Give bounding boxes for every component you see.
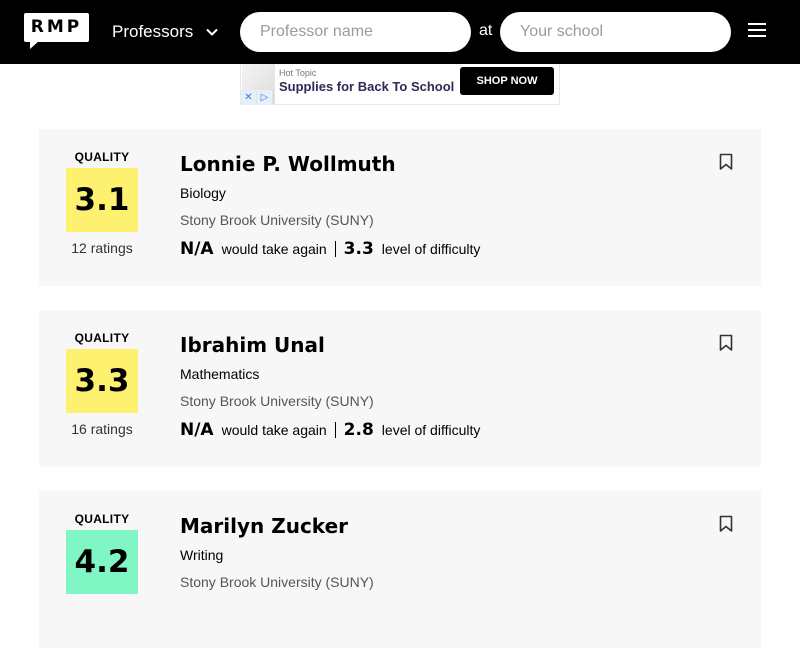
bookmark-icon[interactable] (719, 515, 733, 533)
ad-choices-icon[interactable]: ▷ (257, 90, 272, 105)
difficulty-label: level of difficulty (381, 422, 481, 438)
at-label: at (479, 22, 493, 39)
school-name-input[interactable] (500, 12, 731, 52)
professor-school: Stony Brook University (SUNY) (180, 574, 374, 590)
menu-icon[interactable] (748, 23, 768, 41)
bookmark-icon[interactable] (719, 334, 733, 352)
search-type-dropdown[interactable]: Professors (112, 18, 219, 46)
professor-name[interactable]: Marilyn Zucker (180, 514, 348, 538)
would-take-again-label: would take again (221, 241, 327, 257)
logo-text: RMP (30, 17, 83, 37)
professor-department: Writing (180, 547, 224, 563)
stats-divider (334, 422, 336, 438)
professor-department: Biology (180, 185, 226, 201)
would-take-again-label: would take again (221, 422, 327, 438)
professor-stats: N/A would take again 2.8 level of diffic… (180, 420, 480, 440)
professor-stats: N/A would take again 3.3 level of diffic… (180, 239, 480, 259)
professor-card[interactable]: QUALITY 4.2 Marilyn Zucker Writing Stony… (39, 491, 761, 648)
ad-brand: Hot Topic (279, 68, 317, 78)
difficulty-value: 2.8 (343, 420, 374, 440)
search-type-label: Professors (112, 22, 194, 41)
ad-headline[interactable]: Supplies for Back To School (279, 79, 454, 94)
chevron-down-icon (206, 28, 218, 36)
top-nav-bar: RMP Professors at (0, 0, 800, 64)
would-take-again-value: N/A (180, 420, 214, 440)
ad-shop-now-button[interactable]: SHOP NOW (460, 67, 554, 95)
difficulty-label: level of difficulty (381, 241, 481, 257)
quality-score: 3.3 (66, 349, 138, 413)
difficulty-value: 3.3 (343, 239, 374, 259)
professor-school: Stony Brook University (SUNY) (180, 212, 374, 228)
professor-name[interactable]: Ibrahim Unal (180, 333, 325, 357)
professor-card[interactable]: QUALITY 3.1 12 ratings Lonnie P. Wollmut… (39, 129, 761, 286)
professor-card[interactable]: QUALITY 3.3 16 ratings Ibrahim Unal Math… (39, 310, 761, 467)
quality-label: QUALITY (74, 512, 130, 526)
ratings-count: 16 ratings (71, 421, 133, 437)
quality-score: 3.1 (66, 168, 138, 232)
ratings-count: 12 ratings (71, 240, 133, 256)
stats-divider (334, 241, 336, 257)
ad-banner[interactable]: Hot Topic Supplies for Back To School SH… (240, 64, 560, 105)
professor-school: Stony Brook University (SUNY) (180, 393, 374, 409)
professor-department: Mathematics (180, 366, 260, 382)
would-take-again-value: N/A (180, 239, 214, 259)
quality-label: QUALITY (74, 331, 130, 345)
professor-name[interactable]: Lonnie P. Wollmuth (180, 152, 396, 176)
professor-name-input[interactable] (240, 12, 471, 52)
quality-label: QUALITY (74, 150, 130, 164)
quality-score: 4.2 (66, 530, 138, 594)
bookmark-icon[interactable] (719, 153, 733, 171)
ad-choices[interactable]: ✕ ▷ (241, 90, 273, 105)
rmp-logo[interactable]: RMP (24, 13, 89, 49)
ad-close-icon[interactable]: ✕ (241, 90, 256, 105)
